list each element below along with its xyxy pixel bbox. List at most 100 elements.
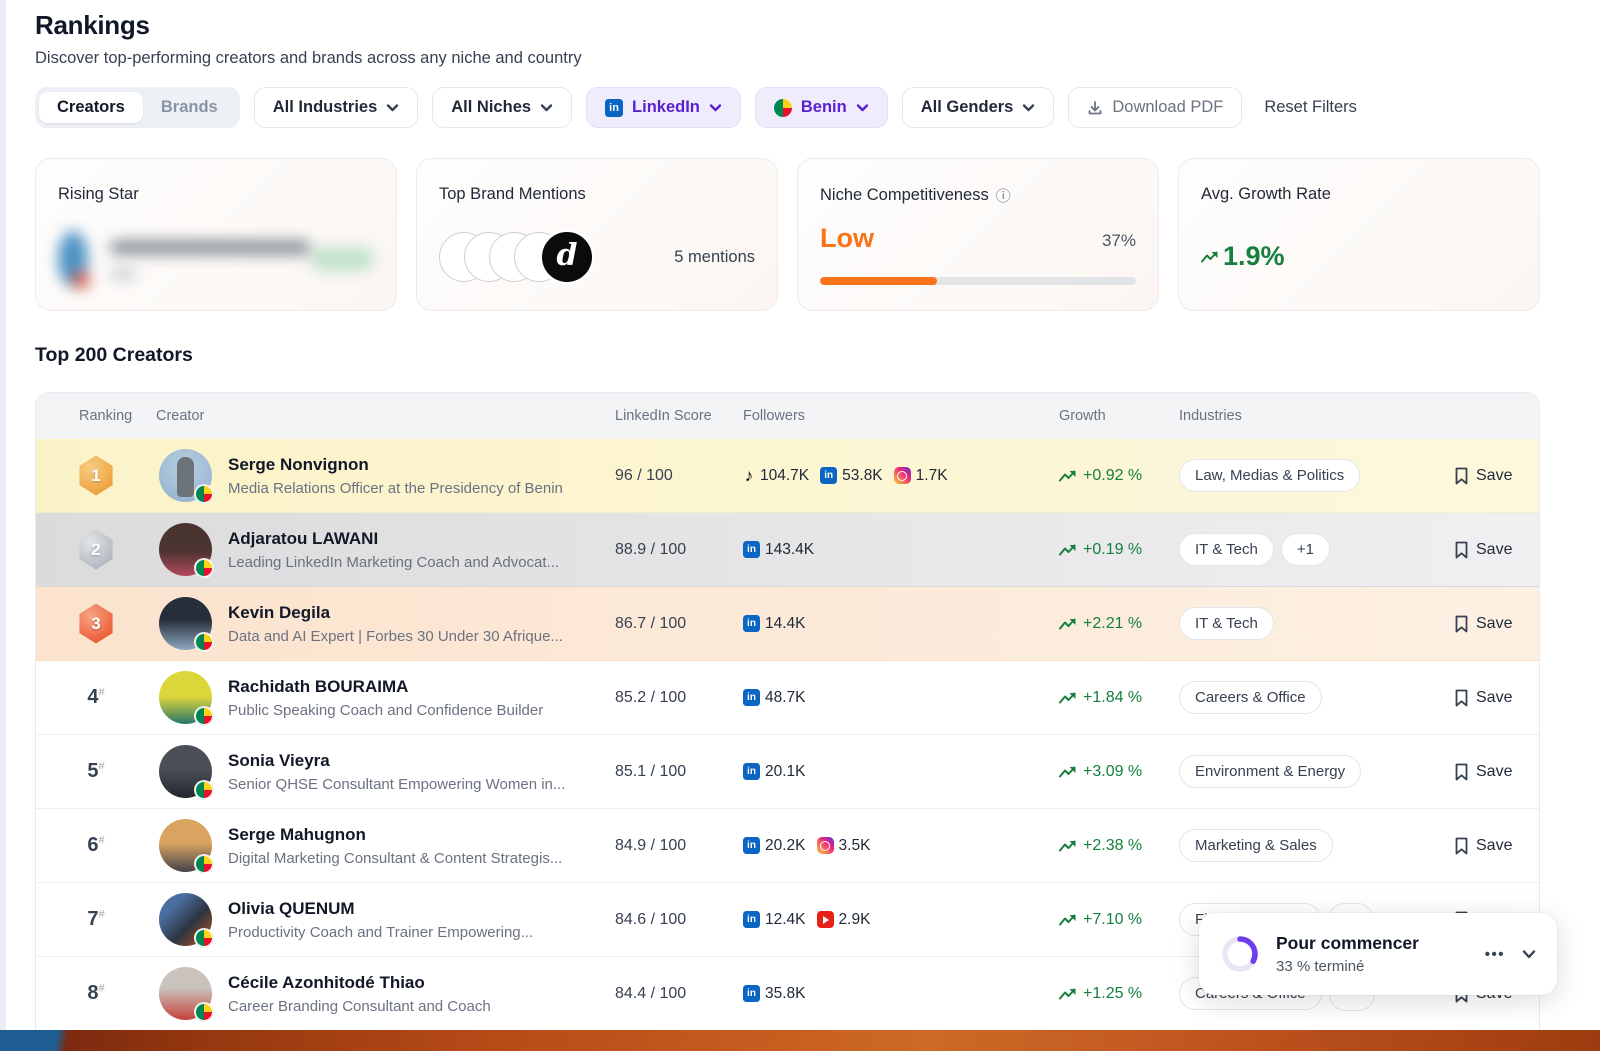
table-row[interactable]: 5#Sonia VieyraSenior QHSE Consultant Emp…: [36, 735, 1539, 809]
creator-avatar[interactable]: [159, 819, 212, 872]
linkedin-score: 84.9 / 100: [615, 837, 743, 855]
page-subtitle: Discover top-performing creators and bra…: [35, 49, 582, 68]
creator-avatar[interactable]: [159, 893, 212, 946]
followers-cell: in14.4K: [743, 615, 1059, 633]
creator-name[interactable]: Sonia Vieyra: [228, 751, 565, 771]
creator-cell: Adjaratou LAWANILeading LinkedIn Marketi…: [156, 523, 615, 576]
benin-flag-badge: [194, 706, 214, 726]
benin-flag-badge: [194, 558, 214, 578]
table-row[interactable]: 2Adjaratou LAWANILeading LinkedIn Market…: [36, 513, 1539, 587]
trending-up-icon: [1059, 617, 1077, 631]
save-label: Save: [1476, 763, 1512, 781]
growth-value: +7.10 %: [1083, 911, 1142, 929]
save-button[interactable]: Save: [1454, 837, 1539, 855]
chevron-down-icon: [1022, 101, 1035, 114]
growth-value: +0.92 %: [1083, 467, 1142, 485]
growth-value: +2.38 %: [1083, 837, 1142, 855]
linkedin-score: 86.7 / 100: [615, 615, 743, 633]
download-pdf-label: Download PDF: [1112, 98, 1223, 117]
follower-count: 12.4K: [765, 911, 806, 929]
niches-dropdown[interactable]: All Niches: [432, 87, 572, 128]
creator-texts: Serge NonvignonMedia Relations Officer a…: [228, 455, 563, 497]
niche-level: Low: [820, 223, 874, 254]
creator-avatar[interactable]: [159, 523, 212, 576]
creator-name[interactable]: Kevin Degila: [228, 603, 563, 623]
creator-avatar[interactable]: [159, 671, 212, 724]
linkedin-score: 85.1 / 100: [615, 763, 743, 781]
desktop-wallpaper-strip: [0, 1030, 1600, 1051]
table-row[interactable]: 3Kevin DegilaData and AI Expert | Forbes…: [36, 587, 1539, 661]
table-row[interactable]: 6# Serge Mahugnon Digital Marketing Consul…: [36, 809, 1539, 883]
niche-percent: 37%: [1102, 231, 1136, 251]
save-button[interactable]: Save: [1454, 467, 1539, 485]
follower-linkedin: in53.8K: [820, 467, 883, 485]
creator-avatar[interactable]: [159, 745, 212, 798]
creator-avatar[interactable]: [159, 597, 212, 650]
growth-cell: +2.21 %: [1059, 615, 1179, 633]
tab-creators[interactable]: Creators: [39, 92, 143, 123]
creator-cell: Cécile Azonhitodé Thiao Career Branding C…: [156, 967, 615, 1020]
toast-subtitle: 33 % terminé: [1276, 958, 1419, 975]
save-button[interactable]: Save: [1454, 763, 1539, 781]
save-button[interactable]: Save: [1454, 615, 1539, 633]
info-icon[interactable]: ⓘ: [996, 185, 1011, 206]
linkedin-icon: in: [743, 689, 760, 706]
benin-flag-badge: [194, 854, 214, 874]
tab-brands[interactable]: Brands: [143, 92, 236, 123]
industry-pill: Environment & Energy: [1179, 755, 1361, 788]
table-row[interactable]: 4#Rachidath BOURAIMAPublic Speaking Coac…: [36, 661, 1539, 735]
creator-name[interactable]: Cécile Azonhitodé Thiao: [228, 973, 491, 993]
genders-dropdown[interactable]: All Genders: [902, 87, 1055, 128]
industries-dropdown-label: All Industries: [273, 98, 378, 117]
stat-cards: Rising Star Top Brand Mentions d 5 menti…: [35, 158, 1540, 311]
creator-cell: Serge Mahugnon Digital Marketing Consulta…: [156, 819, 615, 872]
table-title: Top 200 Creators: [35, 344, 193, 367]
creator-avatar[interactable]: [159, 967, 212, 1020]
chevron-down-icon: [856, 101, 869, 114]
col-growth: Growth: [1059, 408, 1179, 424]
bookmark-icon: [1454, 837, 1469, 855]
creator-name[interactable]: Rachidath BOURAIMA: [228, 677, 543, 697]
creator-cell: Olivia QUENUMProductivity Coach and Trai…: [156, 893, 615, 946]
trending-up-icon: [1059, 691, 1077, 705]
creator-name[interactable]: Olivia QUENUM: [228, 899, 533, 919]
reset-filters-link[interactable]: Reset Filters: [1264, 98, 1357, 117]
country-dropdown[interactable]: Benin: [755, 87, 888, 128]
benin-flag-badge: [194, 928, 214, 948]
creator-description: Career Branding Consultant and Coach: [228, 998, 491, 1015]
platform-dropdown[interactable]: in LinkedIn: [586, 87, 741, 128]
creator-name[interactable]: Adjaratou LAWANI: [228, 529, 559, 549]
window-edge: [0, 0, 6, 1030]
rising-star-title: Rising Star: [58, 185, 139, 204]
industries-dropdown[interactable]: All Industries: [254, 87, 419, 128]
avg-growth-value: 1.9%: [1201, 241, 1285, 272]
save-label: Save: [1476, 615, 1512, 633]
followers-cell: in20.1K: [743, 763, 1059, 781]
download-pdf-button[interactable]: Download PDF: [1068, 87, 1242, 128]
linkedin-score: 96 / 100: [615, 467, 743, 485]
save-button[interactable]: Save: [1454, 541, 1539, 559]
save-label: Save: [1476, 837, 1512, 855]
save-button[interactable]: Save: [1454, 689, 1539, 707]
industries-cell: Environment & Energy: [1179, 755, 1454, 788]
creator-avatar[interactable]: [159, 449, 212, 502]
rank-badge: 1: [78, 456, 114, 496]
more-options-icon[interactable]: •••: [1485, 946, 1505, 963]
rank-cell: 6#: [36, 834, 156, 857]
follower-count: 48.7K: [765, 689, 806, 707]
rising-star-card: Rising Star: [35, 158, 397, 311]
rising-star-blurred-content: [58, 231, 374, 287]
instagram-icon: [817, 837, 834, 854]
follower-linkedin: in14.4K: [743, 615, 806, 633]
onboarding-toast[interactable]: Pour commencer 33 % terminé •••: [1199, 913, 1557, 995]
benin-flag-badge: [194, 632, 214, 652]
creator-description: Digital Marketing Consultant & Content S…: [228, 850, 562, 867]
brand-mentions-card: Top Brand Mentions d 5 mentions: [416, 158, 778, 311]
collapse-chevron-icon[interactable]: [1521, 946, 1537, 962]
rank-cell: 7#: [36, 908, 156, 931]
follower-count: 1.7K: [916, 467, 948, 485]
creator-name[interactable]: Serge Nonvignon: [228, 455, 563, 475]
rank-number: 5#: [87, 760, 104, 783]
table-row[interactable]: 1 Serge NonvignonMedia Relations Officer …: [36, 439, 1539, 513]
creator-name[interactable]: Serge Mahugnon: [228, 825, 562, 845]
